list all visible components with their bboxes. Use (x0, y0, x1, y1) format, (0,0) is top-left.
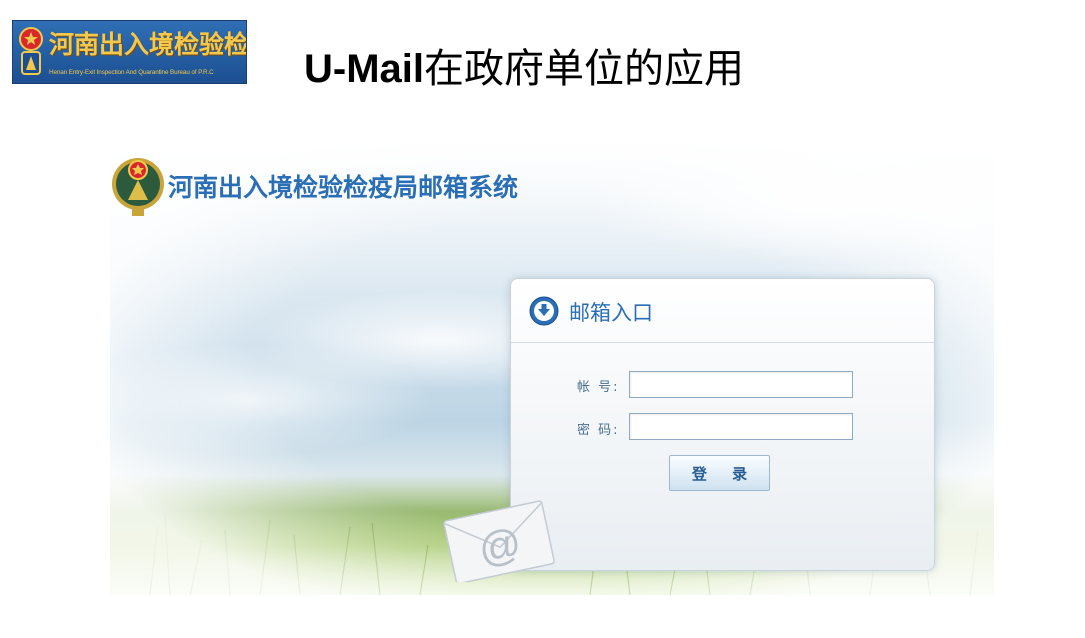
login-panel: 邮箱入口 帐 号: 密 码: 登 录 (510, 278, 935, 571)
login-button[interactable]: 登 录 (669, 455, 770, 491)
page-title-brand: U-Mail (304, 47, 424, 91)
password-input[interactable] (629, 413, 853, 440)
site-header: 河南出入境检验检疫局邮箱系统 (110, 148, 630, 218)
site-title: 河南出入境检验检疫局邮箱系统 (168, 173, 519, 202)
page-title-rest: 在政府单位的应用 (424, 47, 744, 91)
email-envelope-icon: @ (443, 500, 555, 582)
login-heading: 邮箱入口 (569, 301, 653, 325)
national-emblem-icon (19, 27, 43, 75)
national-emblem-icon (112, 158, 164, 216)
logo-chinese-text: 河南出入境检验检疫局 (49, 30, 247, 59)
bureau-logo: 河南出入境检验检疫局 Henan Entry-Exit Inspection A… (12, 20, 247, 84)
password-label: 密 码: (577, 423, 620, 438)
page-title: U-Mail在政府单位的应用 (304, 36, 744, 94)
account-label: 帐 号: (577, 380, 620, 395)
logo-english-text: Henan Entry-Exit Inspection And Quaranti… (49, 69, 214, 76)
down-arrow-icon (529, 296, 559, 326)
login-panel-header: 邮箱入口 (511, 279, 934, 343)
login-screenshot: 河南出入境检验检疫局邮箱系统 邮箱入口 帐 号: 密 码: 登 录 @ (110, 140, 994, 595)
account-input[interactable] (629, 371, 853, 398)
